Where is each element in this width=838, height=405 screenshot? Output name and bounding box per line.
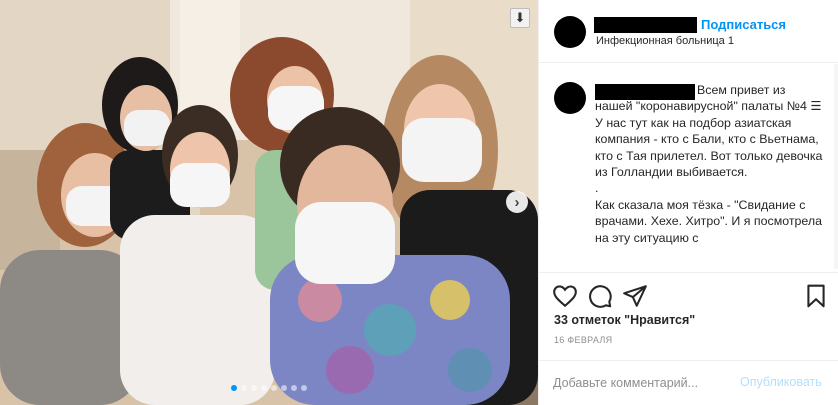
carousel-dot [301,385,307,391]
post-side-panel: Подписаться Инфекционная больница 1 Всем… [538,0,838,405]
heart-icon[interactable] [552,283,578,309]
carousel-dot [231,385,237,391]
bookmark-icon[interactable] [803,283,829,309]
author-avatar[interactable] [554,16,586,48]
author-username-redacted[interactable] [594,17,697,33]
carousel-dot [261,385,267,391]
carousel-dots [0,385,538,391]
carousel-dot [251,385,257,391]
publish-button[interactable]: Опубликовать [740,375,822,389]
share-icon[interactable] [622,283,648,309]
chevron-right-icon: › [514,193,520,211]
post-date[interactable]: 16 ФЕВРАЛЯ [554,335,612,345]
caption-paragraph-1: нашей "коронавирусной" палаты №4 ☰ У нас… [595,99,823,180]
comment-icon[interactable] [587,283,613,309]
post-header: Подписаться Инфекционная больница 1 [539,0,838,63]
caption-author-avatar[interactable] [554,82,586,114]
post-caption: Всем привет из нашей "коронавирусной" па… [595,82,827,246]
carousel-dot [271,385,277,391]
carousel-dot [241,385,247,391]
caption-separator: . [595,181,599,196]
caption-first-line: Всем привет из [697,83,786,97]
caption-paragraph-2: Как сказала моя тёзка - "Свидание с врач… [595,197,823,245]
post-photo[interactable]: ⬇ › [0,0,538,405]
caption-scrollbar[interactable] [834,64,838,269]
add-comment-bar: Опубликовать [539,360,838,405]
download-button[interactable]: ⬇ [510,8,530,28]
carousel-dot [291,385,297,391]
group-selfie-photo [0,0,538,405]
carousel-dot [281,385,287,391]
post-location[interactable]: Инфекционная больница 1 [596,35,734,47]
likes-count[interactable]: 33 отметок "Нравится" [554,313,695,327]
comment-input[interactable] [553,373,738,393]
carousel-next-button[interactable]: › [506,191,528,213]
post-actions: 33 отметок "Нравится" 16 ФЕВРАЛЯ [539,272,838,368]
download-icon: ⬇ [514,10,526,25]
caption-area: Всем привет из нашей "коронавирусной" па… [539,64,838,272]
follow-button[interactable]: Подписаться [701,17,786,32]
